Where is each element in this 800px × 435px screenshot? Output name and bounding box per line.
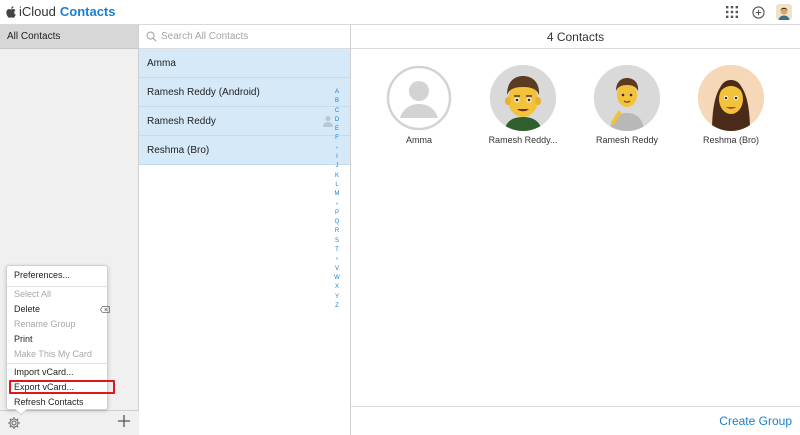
alpha-index-letter[interactable]: E: [332, 125, 342, 134]
alpha-index-dot[interactable]: •: [332, 255, 342, 264]
alpha-index-letter[interactable]: R: [332, 227, 342, 236]
brand-prefix: iCloud: [19, 4, 56, 19]
alpha-index-letter[interactable]: W: [332, 274, 342, 283]
contacts-list-pane: Amma Ramesh Reddy (Android) Ramesh Reddy…: [139, 25, 351, 435]
menu-item-select-all: Select All: [14, 289, 52, 299]
alpha-index-letter[interactable]: V: [332, 265, 342, 274]
search-icon: [146, 31, 157, 42]
alpha-index-dot[interactable]: •: [332, 200, 342, 209]
contact-card[interactable]: Reshma (Bro): [686, 65, 776, 145]
menu-item-refresh-contacts[interactable]: Refresh Contacts: [14, 396, 84, 408]
menu-separator: [7, 363, 107, 364]
contact-card[interactable]: Ramesh Reddy...: [478, 65, 568, 145]
alpha-index-letter[interactable]: I: [332, 153, 342, 162]
contact-cards-pane: 4 Contacts Amma Ramesh Reddy... Ramesh R…: [351, 25, 800, 435]
apple-icon: [6, 5, 16, 18]
top-bar: iCloud Contacts: [0, 0, 800, 25]
add-group-icon[interactable]: [117, 414, 131, 428]
alpha-index-letter[interactable]: K: [332, 172, 342, 181]
contact-list: Amma Ramesh Reddy (Android) Ramesh Reddy…: [139, 49, 350, 165]
placeholder-avatar: [386, 65, 452, 131]
alpha-index-letter[interactable]: M: [332, 190, 342, 199]
alpha-index-letter[interactable]: Y: [332, 293, 342, 302]
alpha-index-letter[interactable]: Q: [332, 218, 342, 227]
contact-cards: Amma Ramesh Reddy... Ramesh Reddy Reshma…: [351, 65, 800, 165]
account-avatar-icon[interactable]: [776, 4, 792, 20]
alpha-index-letter[interactable]: T: [332, 246, 342, 255]
alpha-index-letter[interactable]: A: [332, 88, 342, 97]
list-item[interactable]: Amma: [139, 49, 350, 78]
menu-item-preferences[interactable]: Preferences...: [14, 269, 70, 281]
list-item[interactable]: Reshma (Bro): [139, 136, 350, 165]
alpha-index-letter[interactable]: J: [332, 162, 342, 171]
contact-card-name: Ramesh Reddy: [595, 135, 659, 145]
contact-name: Ramesh Reddy: [147, 116, 216, 127]
list-item[interactable]: Ramesh Reddy (Android): [139, 78, 350, 107]
contacts-count: 4 Contacts: [351, 25, 800, 49]
alpha-index-dot[interactable]: •: [332, 144, 342, 153]
menu-item-delete[interactable]: Delete: [14, 303, 110, 315]
contact-name: Reshma (Bro): [147, 145, 210, 156]
memoji-avatar: [698, 65, 764, 131]
contact-name: Amma: [147, 58, 176, 69]
alpha-index-letter[interactable]: S: [332, 237, 342, 246]
memoji-avatar: [594, 65, 660, 131]
contact-name: Ramesh Reddy (Android): [147, 87, 260, 98]
contact-card-name: Ramesh Reddy...: [488, 135, 558, 145]
search-bar: [139, 25, 350, 49]
alpha-index-letter[interactable]: F: [332, 134, 342, 143]
create-group-button[interactable]: Create Group: [719, 414, 792, 428]
menu-item-import-vcard[interactable]: Import vCard...: [14, 366, 74, 378]
gear-icon[interactable]: [7, 416, 21, 430]
search-input[interactable]: [161, 31, 331, 42]
group-all-contacts[interactable]: All Contacts: [0, 25, 138, 49]
alpha-index-letter[interactable]: D: [332, 116, 342, 125]
delete-key-icon: [100, 306, 110, 313]
memoji-avatar: [490, 65, 556, 131]
contact-card-name: Reshma (Bro): [702, 135, 759, 145]
app-name: Contacts: [59, 4, 116, 19]
add-icon[interactable]: [750, 4, 766, 20]
contact-card[interactable]: Ramesh Reddy: [582, 65, 672, 145]
brand[interactable]: iCloud Contacts: [6, 4, 115, 19]
menu-item-print[interactable]: Print: [14, 333, 33, 345]
contact-card[interactable]: Amma: [374, 65, 464, 145]
alpha-index-letter[interactable]: Z: [332, 302, 342, 311]
contact-card-name: Amma: [405, 135, 432, 145]
cards-toolbar: Create Group: [351, 406, 800, 435]
export-vcard-highlight-box: [9, 380, 115, 394]
menu-separator: [7, 286, 107, 287]
actions-menu: Preferences... Select All Delete Rename …: [6, 265, 115, 416]
alphabet-index: A B C D E F • I J K L M • P Q R S T • V …: [332, 88, 342, 311]
alpha-index-letter[interactable]: P: [332, 209, 342, 218]
menu-item-rename-group: Rename Group: [14, 319, 76, 329]
list-item[interactable]: Ramesh Reddy: [139, 107, 350, 136]
menu-item-make-my-card: Make This My Card: [14, 349, 92, 359]
alpha-index-letter[interactable]: C: [332, 107, 342, 116]
alpha-index-letter[interactable]: B: [332, 97, 342, 106]
menu-item-delete-label: Delete: [14, 304, 41, 314]
alpha-index-letter[interactable]: X: [332, 283, 342, 292]
alpha-index-letter[interactable]: L: [332, 181, 342, 190]
app-grid-icon[interactable]: [724, 4, 740, 20]
